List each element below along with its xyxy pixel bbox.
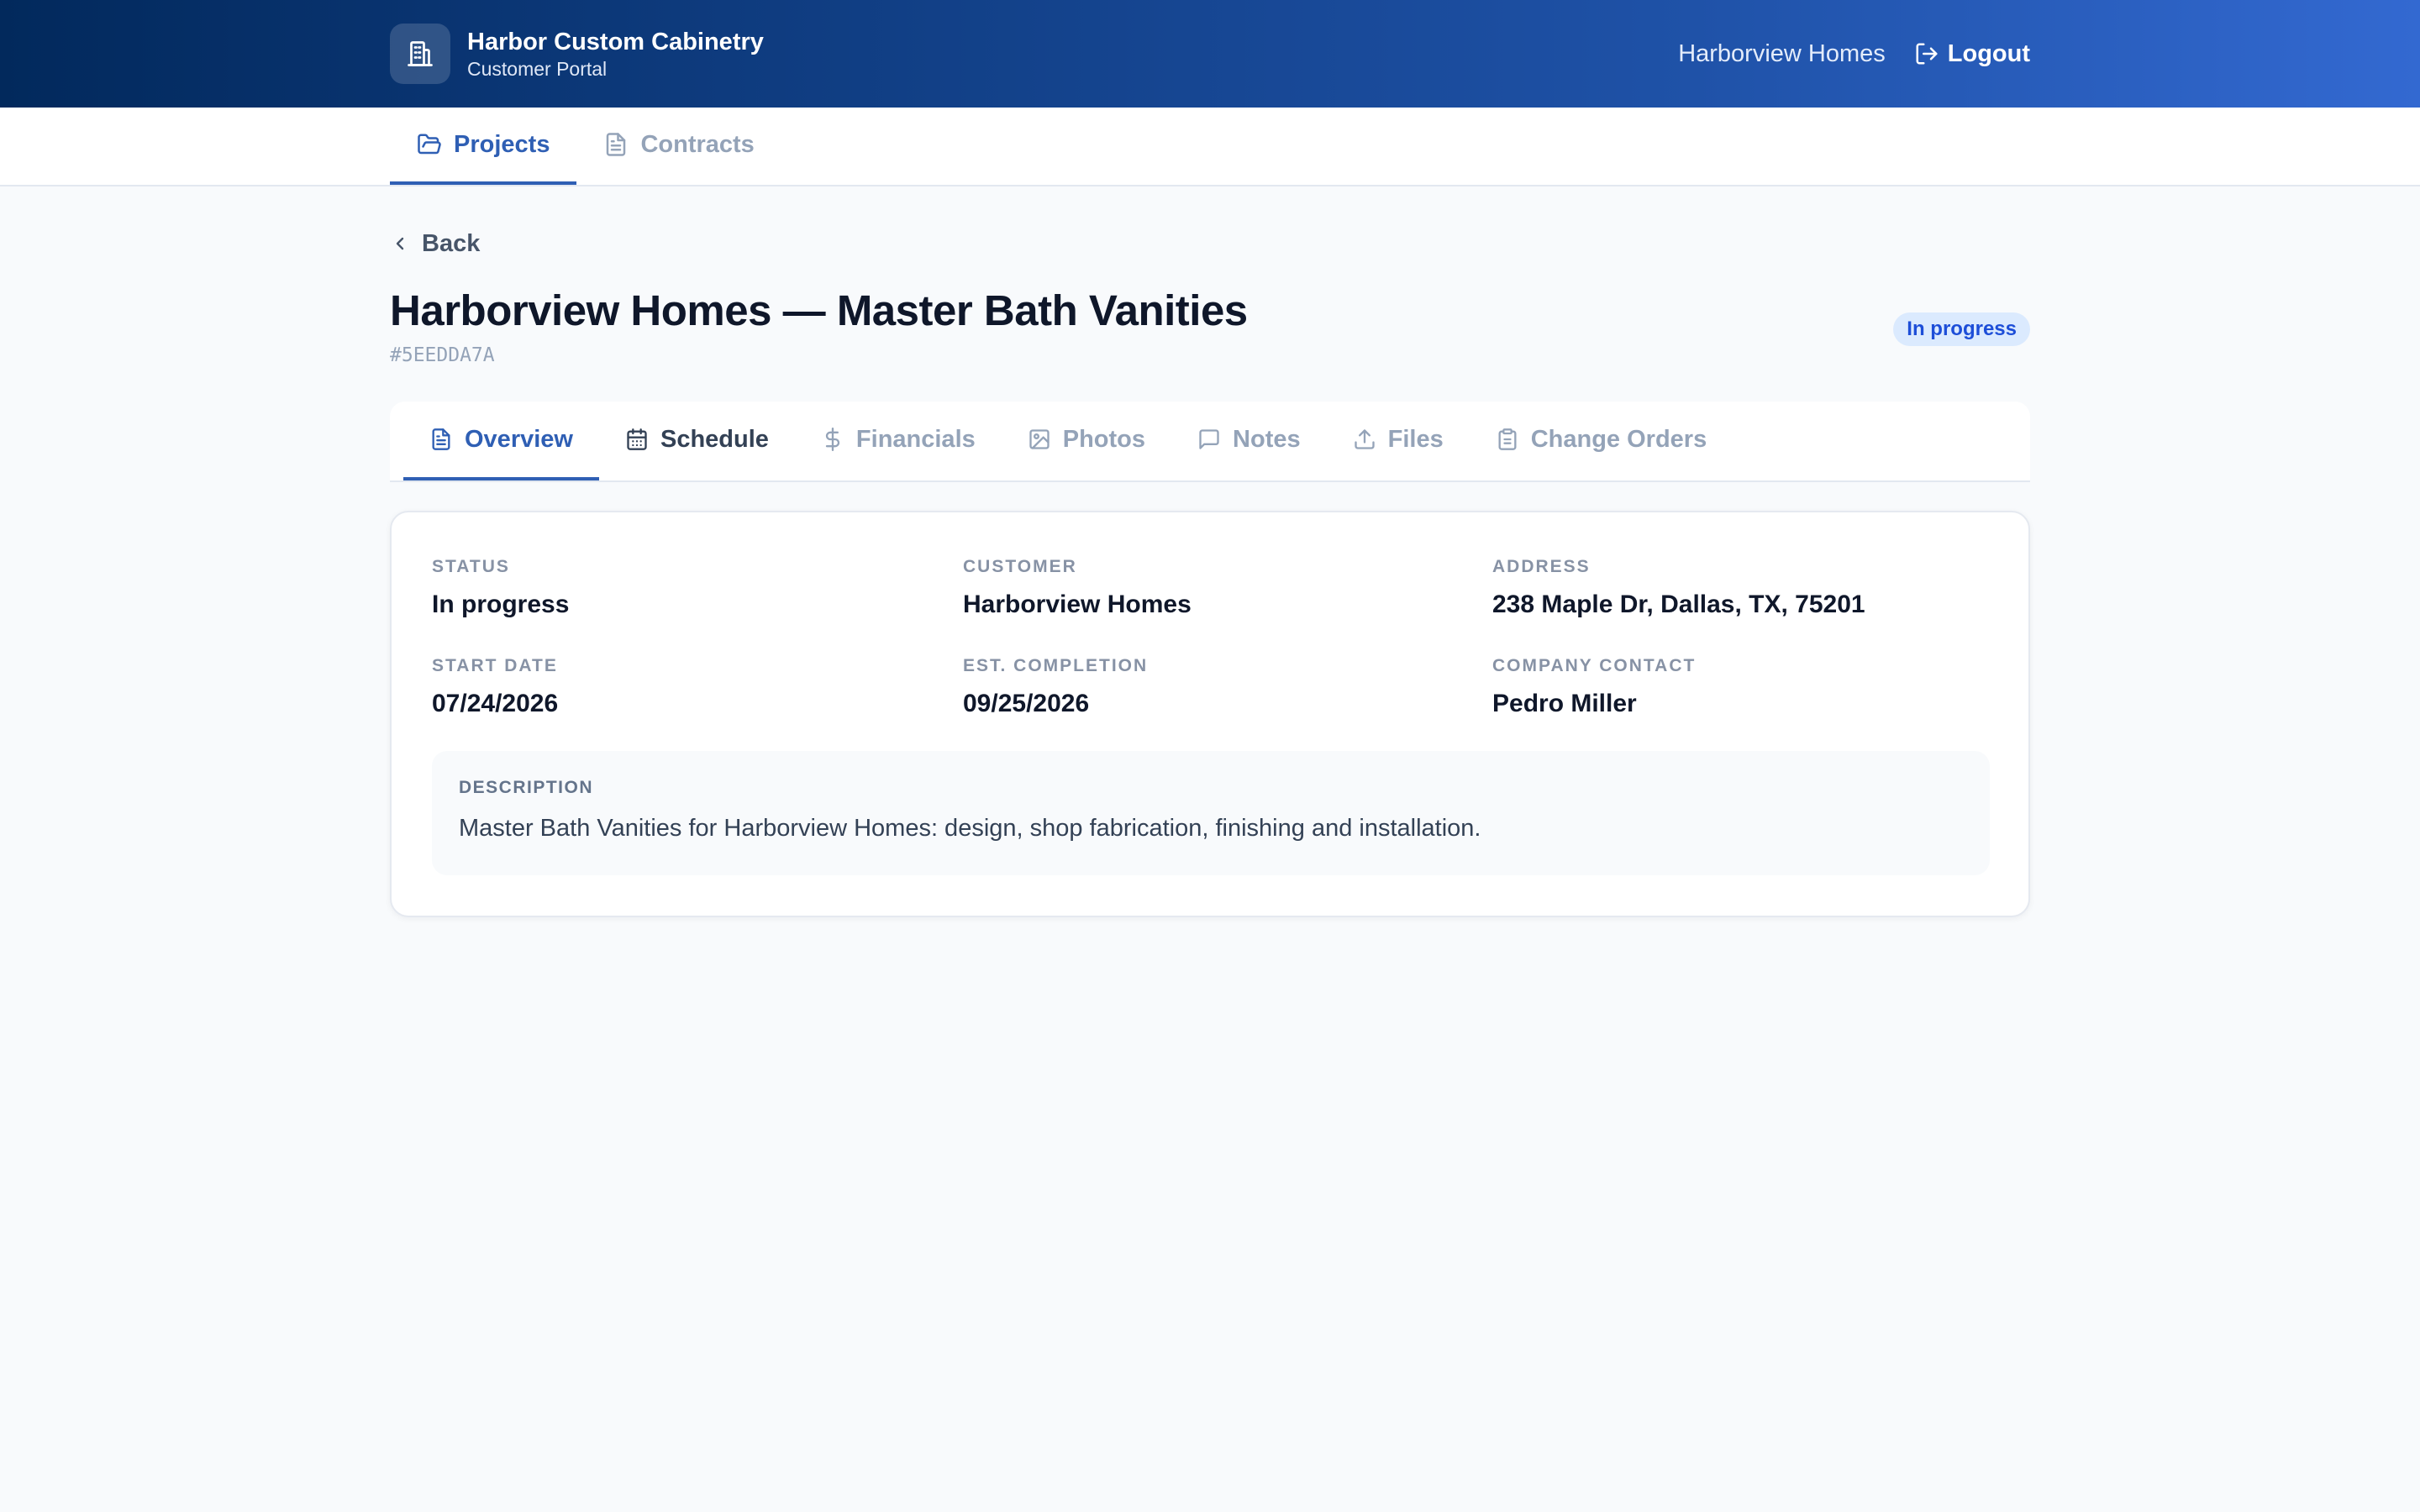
tab-financials-label: Financials xyxy=(855,425,976,453)
message-icon xyxy=(1197,428,1221,451)
project-id: #5EEDDA7A xyxy=(390,344,495,366)
chevron-left-icon xyxy=(390,234,410,254)
tab-overview-label: Overview xyxy=(465,425,573,453)
page-title: Harborview Homes — Master Bath Vanities xyxy=(390,286,1248,334)
brand[interactable]: Harbor Custom Cabinetry Customer Portal xyxy=(390,24,764,84)
project-tabs-list: Overview Schedule Financials Photos Note… xyxy=(403,402,1733,480)
back-link[interactable]: Back xyxy=(390,228,480,259)
tab-projects-label: Projects xyxy=(454,130,550,158)
field-status: STATUS In progress xyxy=(432,556,919,620)
field-est-completion: EST. COMPLETION 09/25/2026 xyxy=(963,655,1450,719)
field-address: ADDRESS 238 Maple Dr, Dallas, TX, 75201 xyxy=(1492,556,2013,620)
field-est-completion-label: EST. COMPLETION xyxy=(963,656,1149,675)
document-icon xyxy=(603,132,629,157)
field-status-value: In progress xyxy=(432,591,570,618)
field-start-date: START DATE 07/24/2026 xyxy=(432,655,919,719)
field-start-date-value: 07/24/2026 xyxy=(432,690,559,717)
field-customer: CUSTOMER Harborview Homes xyxy=(963,556,1450,620)
tab-schedule[interactable]: Schedule xyxy=(599,402,795,480)
folder-open-icon xyxy=(417,132,442,157)
calendar-icon xyxy=(625,428,649,451)
logout-icon xyxy=(1914,41,1939,66)
description-text: Master Bath Vanities for Harborview Home… xyxy=(459,815,1481,842)
tab-notes-label: Notes xyxy=(1233,425,1301,453)
logout-label: Logout xyxy=(1947,39,2030,67)
status-badge: In progress xyxy=(1893,312,2030,346)
dollar-icon xyxy=(821,428,844,451)
field-address-value: 238 Maple Dr, Dallas, TX, 75201 xyxy=(1492,591,1865,618)
portal-name: Customer Portal xyxy=(467,58,608,80)
field-est-completion-value: 09/25/2026 xyxy=(963,690,1090,717)
field-customer-value: Harborview Homes xyxy=(963,591,1192,618)
tab-overview[interactable]: Overview xyxy=(403,402,599,480)
field-status-label: STATUS xyxy=(432,557,510,576)
current-user-name: Harborview Homes xyxy=(1678,39,1886,67)
tab-files-label: Files xyxy=(1387,425,1444,453)
upload-icon xyxy=(1353,428,1376,451)
tab-change-orders[interactable]: Change Orders xyxy=(1470,402,1733,480)
building-icon xyxy=(390,24,450,84)
tab-contracts-label: Contracts xyxy=(640,130,755,158)
tab-contracts[interactable]: Contracts xyxy=(576,108,781,185)
field-company-contact-label: COMPANY CONTACT xyxy=(1492,656,1697,675)
overview-card: STATUS In progress CUSTOMER Harborview H… xyxy=(390,511,2030,917)
field-customer-label: CUSTOMER xyxy=(963,557,1077,576)
project-tabs: Overview Schedule Financials Photos Note… xyxy=(390,402,2030,482)
tab-schedule-label: Schedule xyxy=(660,425,769,453)
logout-button[interactable]: Logout xyxy=(1914,40,2030,68)
description-label: DESCRIPTION xyxy=(459,778,594,797)
tab-photos-label: Photos xyxy=(1062,425,1146,453)
tab-change-orders-label: Change Orders xyxy=(1530,425,1707,453)
tab-financials[interactable]: Financials xyxy=(795,402,1002,480)
brand-text: Harbor Custom Cabinetry Customer Portal xyxy=(467,27,764,81)
back-label: Back xyxy=(422,229,481,257)
field-company-contact: COMPANY CONTACT Pedro Miller xyxy=(1492,655,2013,719)
header-actions: Harborview Homes Logout xyxy=(1678,34,2030,74)
top-header: Harbor Custom Cabinetry Customer Portal … xyxy=(0,0,2420,108)
tab-notes[interactable]: Notes xyxy=(1171,402,1327,480)
company-name: Harbor Custom Cabinetry xyxy=(467,29,764,55)
main-nav-tabs: Projects Contracts xyxy=(390,108,781,185)
tab-projects[interactable]: Projects xyxy=(390,108,577,185)
description-panel: DESCRIPTION Master Bath Vanities for Har… xyxy=(432,751,1990,875)
tab-photos[interactable]: Photos xyxy=(1002,402,1171,480)
field-address-label: ADDRESS xyxy=(1492,557,1591,576)
tab-files[interactable]: Files xyxy=(1327,402,1470,480)
field-company-contact-value: Pedro Miller xyxy=(1492,690,1637,717)
main-navigation: Projects Contracts xyxy=(0,108,2420,186)
image-icon xyxy=(1028,428,1051,451)
field-start-date-label: START DATE xyxy=(432,656,558,675)
clipboard-icon xyxy=(1496,428,1519,451)
file-text-icon xyxy=(429,428,453,451)
